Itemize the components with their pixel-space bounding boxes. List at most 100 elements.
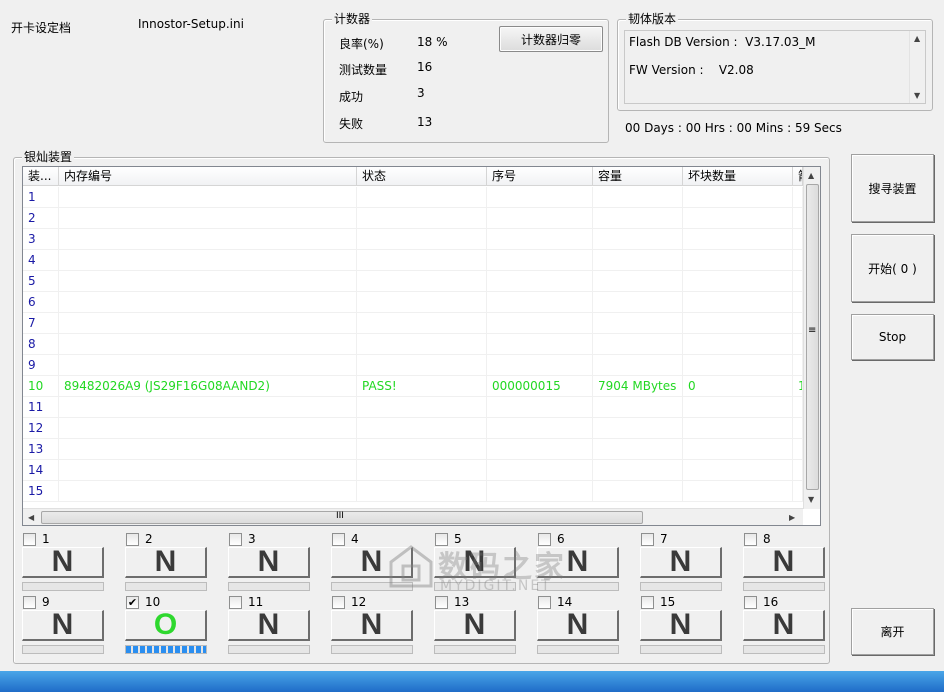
hscroll-thumb[interactable]: III [41,511,643,524]
table-row[interactable]: 10 89482026A9 (JS29F16G08AAND2) PASS! 00000… [23,376,803,397]
table-row[interactable]: 13 [23,439,803,460]
slot-checkbox[interactable] [435,533,448,546]
stop-button[interactable]: Stop [851,314,934,360]
table-row[interactable]: 14 [23,460,803,481]
slot-checkbox[interactable] [435,596,448,609]
scroll-up-icon[interactable]: ▲ [914,34,920,44]
row-index: 13 [23,439,59,460]
table-row[interactable]: 15 [23,481,803,502]
slot-checkbox[interactable] [23,533,36,546]
start-button[interactable]: 开始( 0 ) [851,234,934,302]
slot-checkbox[interactable] [229,596,242,609]
slot-status-button[interactable]: N [743,608,825,641]
slot-status-button[interactable]: N [228,608,310,641]
column-header-capacity[interactable]: 容量 [593,167,683,186]
row-extra [793,271,803,292]
row-serial [487,439,593,460]
device-list-vscrollbar[interactable]: ▲ ≡ ▼ [803,167,820,509]
slot-status-button[interactable]: N [434,545,516,578]
table-row[interactable]: 11 [23,397,803,418]
row-bad-blocks [683,460,793,481]
slot-tile: 7N [640,532,724,595]
scroll-down-icon[interactable]: ▼ [808,495,814,505]
table-row[interactable]: 12 [23,418,803,439]
slot-status-button[interactable]: N [640,545,722,578]
slot-number: 10 [145,595,161,609]
slot-status-button[interactable]: N [331,608,413,641]
row-serial [487,460,593,481]
table-row[interactable]: 6 [23,292,803,313]
search-devices-button[interactable]: 搜寻装置 [851,154,934,222]
row-status [357,208,487,229]
table-row[interactable]: 2 [23,208,803,229]
row-memory-id: 89482026A9 (JS29F16G08AAND2) [59,376,357,397]
column-header-bad-blocks[interactable]: 坏块数量 [683,167,793,186]
slot-status-button[interactable]: N [537,545,619,578]
reset-counter-button[interactable]: 计数器归零 [499,26,603,52]
slot-checkbox[interactable] [538,533,551,546]
firmware-textbox[interactable]: Flash DB Version : V3.17.03_M FW Version… [624,30,926,104]
slot-progress-bar [331,645,413,654]
table-row[interactable]: 7 [23,313,803,334]
scroll-up-icon[interactable]: ▲ [808,171,814,181]
row-bad-blocks [683,439,793,460]
slot-status-button[interactable]: N [434,608,516,641]
table-row[interactable]: 3 [23,229,803,250]
slot-checkbox[interactable] [126,533,139,546]
table-row[interactable]: 9 [23,355,803,376]
column-header-memory-id[interactable]: 内存编号 [59,167,357,186]
slot-progress-bar [125,645,207,654]
slot-status-button[interactable]: N [22,545,104,578]
device-list[interactable]: 装... 内存编号 状态 序号 容量 坏块数量 箭 12345678910894… [22,166,821,526]
scroll-down-icon[interactable]: ▼ [914,91,920,101]
scroll-right-icon[interactable]: ▶ [789,513,795,523]
row-bad-blocks [683,229,793,250]
column-header-serial[interactable]: 序号 [487,167,593,186]
slot-checkbox[interactable] [332,533,345,546]
slot-status-button[interactable]: N [125,545,207,578]
test-count-label: 测试数量 [339,63,388,77]
column-header-extra[interactable]: 箭 [793,167,803,186]
slot-progress-fill [126,646,206,653]
table-row[interactable]: 4 [23,250,803,271]
row-bad-blocks [683,334,793,355]
slot-checkbox[interactable]: ✔ [126,596,139,609]
slot-checkbox[interactable] [23,596,36,609]
exit-button[interactable]: 离开 [851,608,934,655]
firmware-scrollbar[interactable]: ▲ ▼ [909,31,925,103]
row-extra [793,292,803,313]
slot-status-button[interactable]: N [537,608,619,641]
slot-progress-bar [228,582,310,591]
row-serial [487,313,593,334]
slot-status-button[interactable]: N [22,608,104,641]
slot-checkbox[interactable] [744,533,757,546]
column-header-status[interactable]: 状态 [357,167,487,186]
row-serial [487,292,593,313]
table-row[interactable]: 1 [23,187,803,208]
slot-status-button[interactable]: N [228,545,310,578]
slot-checkbox[interactable] [641,596,654,609]
firmware-group-title: 韧体版本 [626,12,679,26]
slot-status-button[interactable]: N [743,545,825,578]
row-capacity [593,271,683,292]
slot-status-button[interactable]: O [125,608,207,641]
slot-checkbox[interactable] [641,533,654,546]
scroll-left-icon[interactable]: ◀ [28,513,34,523]
column-header-device[interactable]: 装... [23,167,59,186]
slot-number: 2 [145,532,153,546]
row-capacity [593,481,683,502]
slot-status-button[interactable]: N [640,608,722,641]
row-capacity [593,397,683,418]
device-list-hscrollbar[interactable]: ◀ III ▶ [23,508,803,525]
slot-checkbox[interactable] [229,533,242,546]
table-row[interactable]: 5 [23,271,803,292]
vscroll-thumb[interactable]: ≡ [806,184,819,490]
table-row[interactable]: 8 [23,334,803,355]
slot-checkbox[interactable] [744,596,757,609]
row-extra [793,439,803,460]
slot-checkbox[interactable] [332,596,345,609]
slot-status-button[interactable]: N [331,545,413,578]
slot-number: 14 [557,595,573,609]
row-serial [487,229,593,250]
slot-checkbox[interactable] [538,596,551,609]
